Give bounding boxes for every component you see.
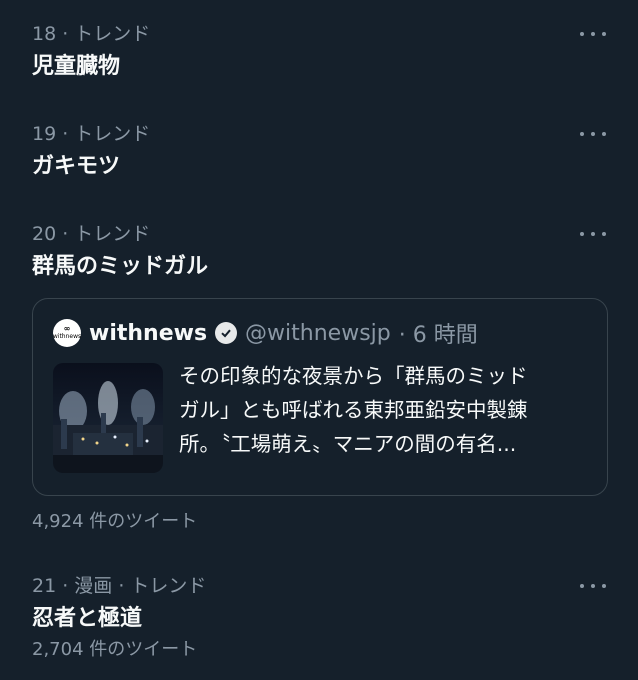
withnews-logo-icon: ∞ withnews: [53, 319, 81, 347]
more-options-button[interactable]: [580, 24, 606, 44]
card-handle: @withnewsjp: [245, 320, 391, 346]
more-dot-icon: [602, 132, 606, 136]
tweet-count: 4,924 件のツイート: [32, 511, 198, 532]
trend-item-18[interactable]: 18 · トレンド 児童臓物: [32, 22, 606, 82]
trend-meta: 18 · トレンド: [32, 23, 151, 45]
excerpt-line: 所。〝工場萌え〟マニアの間の有名...: [179, 432, 517, 456]
more-options-button[interactable]: [580, 576, 606, 596]
more-dot-icon: [580, 132, 584, 136]
more-options-button[interactable]: [580, 224, 606, 244]
more-options-button[interactable]: [580, 124, 606, 144]
more-dot-icon: [580, 584, 584, 588]
tweet-count: 2,704 件のツイート: [32, 639, 198, 660]
more-dot-icon: [580, 232, 584, 236]
trend-title: ガキモツ: [32, 154, 121, 179]
more-dot-icon: [591, 584, 595, 588]
card-excerpt: その印象的な夜景から「群馬のミッド ガル」とも呼ばれる東邦亜鉛安中製錬 所。〝工…: [179, 359, 528, 473]
more-dot-icon: [591, 132, 595, 136]
excerpt-line: その印象的な夜景から「群馬のミッド: [179, 364, 528, 388]
trend-meta: 21 · 漫画 · トレンド: [32, 575, 207, 597]
trend-title: 群馬のミッドガル: [32, 254, 209, 279]
more-dot-icon: [602, 584, 606, 588]
trend-title: 忍者と極道: [32, 606, 143, 631]
trend-meta: 20 · トレンド: [32, 223, 151, 245]
trend-item-21[interactable]: 21 · 漫画 · トレンド 忍者と極道 2,704 件のツイート: [32, 574, 606, 662]
factory-night-thumbnail: [53, 363, 163, 473]
more-dot-icon: [580, 32, 584, 36]
more-dot-icon: [602, 32, 606, 36]
news-card[interactable]: ∞ withnews withnews @withnewsjp · 6 時間 そ…: [32, 298, 608, 496]
excerpt-line: ガル」とも呼ばれる東邦亜鉛安中製錬: [179, 398, 528, 422]
trend-item-19[interactable]: 19 · トレンド ガキモツ: [32, 122, 606, 182]
more-dot-icon: [591, 32, 595, 36]
more-dot-icon: [602, 232, 606, 236]
card-time: · 6 時間: [398, 323, 478, 348]
more-dot-icon: [591, 232, 595, 236]
trend-item-20[interactable]: 20 · トレンド 群馬のミッドガル: [32, 222, 606, 282]
trend-title: 児童臓物: [32, 54, 121, 79]
trend-meta: 19 · トレンド: [32, 123, 151, 145]
card-author-name: withnews: [89, 320, 208, 346]
card-header: ∞ withnews withnews @withnewsjp · 6 時間: [53, 319, 478, 348]
verified-badge-icon: [215, 322, 238, 344]
